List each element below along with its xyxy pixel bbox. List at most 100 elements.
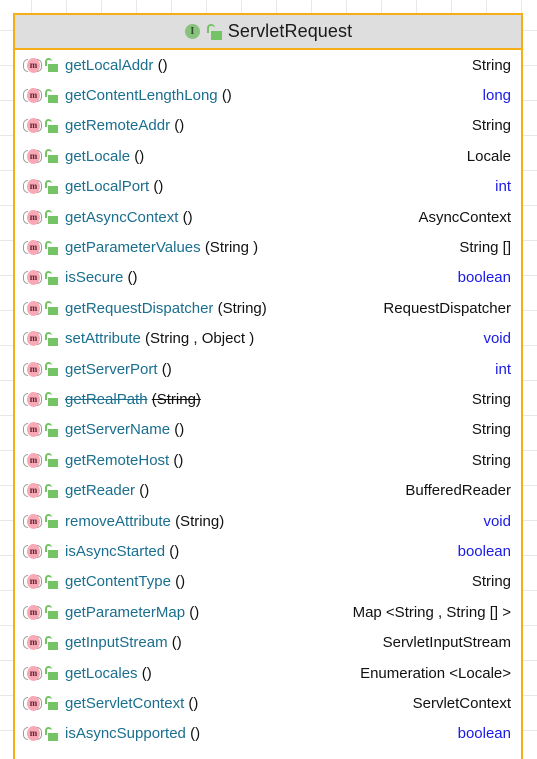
member-name: isAsyncSupported <box>65 725 186 743</box>
member-row[interactable]: m getReader () BufferedReader <box>15 475 521 505</box>
member-signature: getLocale () <box>65 148 455 165</box>
member-row[interactable]: m getParameterMap () Map <String , String … <box>15 597 521 627</box>
member-row-icons: m <box>23 452 58 469</box>
member-row-icons: m <box>23 391 58 408</box>
member-row[interactable]: m isAsyncStarted () boolean <box>15 536 521 566</box>
member-row[interactable]: m getRequestDispatcher (String) RequestDis… <box>15 293 521 323</box>
member-parameters: () <box>189 603 200 621</box>
padlock-body <box>48 641 58 650</box>
member-signature: getRemoteHost () <box>65 452 460 469</box>
padlock-body <box>48 550 58 559</box>
member-return-type: String <box>471 56 511 74</box>
method-icon: m <box>23 604 42 621</box>
member-name: getRemoteHost <box>65 451 170 469</box>
padlock-body <box>48 246 58 255</box>
member-row[interactable]: m setAttribute (String , Object ) void <box>15 324 521 354</box>
member-row[interactable]: m getContentType () String <box>15 567 521 597</box>
member-row[interactable]: m getLocalPort () int <box>15 172 521 202</box>
member-return-type: String <box>471 451 511 469</box>
member-row[interactable]: m getInputStream () ServletInputStream <box>15 627 521 657</box>
member-row[interactable]: m getRemoteAddr () String <box>15 111 521 141</box>
member-signature: isSecure () <box>65 269 446 286</box>
padlock-body <box>48 672 58 680</box>
member-signature: getServerName () <box>65 421 460 438</box>
method-icon: m <box>23 148 42 165</box>
member-parameters: () <box>161 360 172 378</box>
member-name: getParameterMap <box>65 603 186 621</box>
member-row-icons: m <box>23 57 58 74</box>
member-return-type: boolean <box>457 542 511 560</box>
member-parameters: () <box>173 451 184 469</box>
method-icon-arc-right <box>37 484 42 498</box>
member-parameters: () <box>169 542 180 560</box>
member-row[interactable]: m removeAttribute (String) void <box>15 506 521 536</box>
member-row[interactable]: m getAsyncContext () AsyncContext <box>15 202 521 232</box>
member-signature: getLocalPort () <box>65 178 483 195</box>
interface-icon-letter: I <box>184 24 200 39</box>
method-icon: m <box>23 482 42 499</box>
member-row[interactable]: m isSecure () boolean <box>15 263 521 293</box>
method-icon: m <box>23 330 42 347</box>
method-icon-arc-right <box>37 636 42 650</box>
member-row[interactable]: m getServerName () String <box>15 415 521 445</box>
member-name: getServerPort <box>65 360 158 378</box>
method-icon-arc-right <box>37 210 42 224</box>
method-icon: m <box>23 695 42 712</box>
member-row[interactable]: m getServerPort () int <box>15 354 521 384</box>
member-row[interactable]: m getRealPath (String) String <box>15 384 521 414</box>
padlock-body <box>48 276 58 285</box>
member-name: getLocalAddr <box>65 56 154 74</box>
method-icon-arc-right <box>37 301 42 315</box>
member-row-icons: m <box>23 695 58 712</box>
unlocked-padlock-icon <box>45 301 58 316</box>
member-row-icons: m <box>23 543 58 560</box>
member-name: getAsyncContext <box>65 208 179 226</box>
member-parameters: () <box>175 573 186 591</box>
member-name: isSecure <box>65 269 124 287</box>
member-row-icons: m <box>23 87 58 104</box>
member-parameters: () <box>157 56 168 74</box>
method-icon: m <box>23 543 42 560</box>
member-signature: getInputStream () <box>65 634 371 651</box>
member-name: getRequestDispatcher <box>65 299 214 317</box>
padlock-body <box>48 398 58 407</box>
member-row-icons: m <box>23 300 58 317</box>
member-signature: getLocalAddr () <box>65 57 460 74</box>
method-icon-arc-right <box>37 423 42 437</box>
member-signature: getRealPath (String) <box>65 391 460 408</box>
padlock-body <box>210 30 222 40</box>
method-icon-arc-right <box>37 696 42 710</box>
member-row[interactable]: m getLocalAddr () String <box>15 50 521 80</box>
member-row[interactable]: m getContentLengthLong () long <box>15 80 521 110</box>
diagram-canvas: I ServletRequest m getLocalAddr () String m… <box>0 0 537 759</box>
method-icon-arc-right <box>37 605 42 619</box>
member-return-type: Locale <box>466 147 511 165</box>
member-return-type: String <box>471 117 511 135</box>
member-row[interactable]: m isAsyncSupported () boolean <box>15 719 521 749</box>
unlocked-padlock-icon <box>45 453 58 468</box>
member-row-icons: m <box>23 361 58 378</box>
member-signature: getContentLengthLong () <box>65 87 471 104</box>
method-icon: m <box>23 452 42 469</box>
member-row[interactable]: m getLocales () Enumeration <Locale> <box>15 658 521 688</box>
unlocked-padlock-icon <box>45 240 58 255</box>
member-return-type: String <box>471 390 511 408</box>
panel-header[interactable]: I ServletRequest <box>15 15 521 50</box>
member-parameters: () <box>174 421 185 439</box>
member-row[interactable]: m getParameterValues (String ) String [] <box>15 232 521 262</box>
member-row[interactable]: m getLocale () Locale <box>15 141 521 171</box>
member-row[interactable]: m getRemoteHost () String <box>15 445 521 475</box>
method-icon: m <box>23 87 42 104</box>
member-name: getRemoteAddr <box>65 117 171 135</box>
method-icon-arc-right <box>37 514 42 528</box>
class-member-panel[interactable]: I ServletRequest m getLocalAddr () String m… <box>13 13 523 759</box>
member-signature: getRequestDispatcher (String) <box>65 300 371 317</box>
member-return-type: int <box>495 360 511 378</box>
unlocked-padlock-icon <box>45 88 58 103</box>
padlock-body <box>48 520 58 529</box>
member-row[interactable]: m getServletContext () ServletContext <box>15 688 521 718</box>
member-list[interactable]: m getLocalAddr () String m getContentLengthL… <box>15 50 521 749</box>
unlocked-padlock-icon <box>45 331 58 346</box>
member-return-type: String [] <box>459 239 511 257</box>
member-return-type: boolean <box>457 269 511 287</box>
